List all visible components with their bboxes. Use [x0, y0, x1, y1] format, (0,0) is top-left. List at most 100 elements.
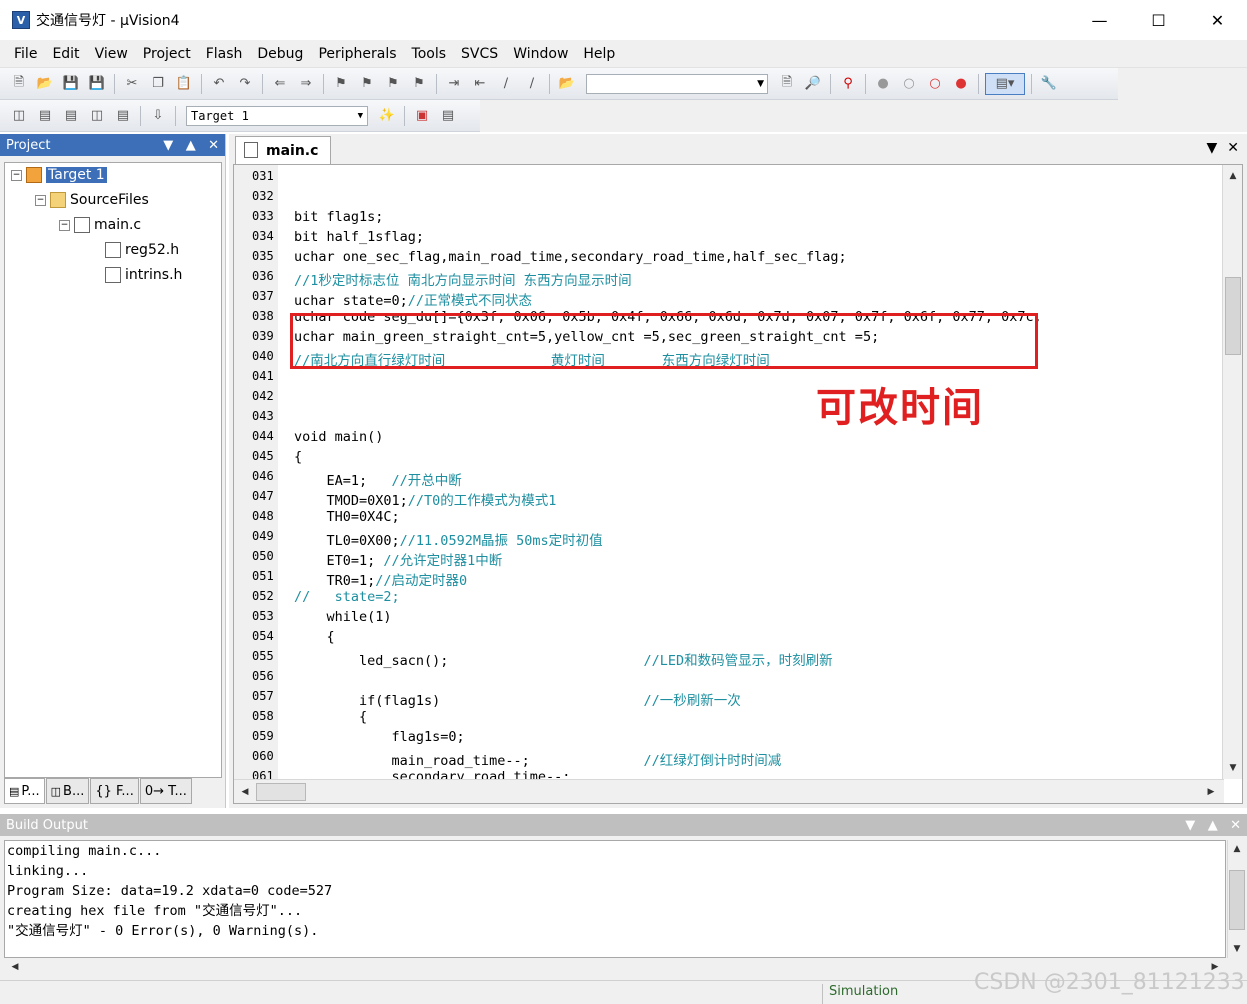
nav-forward-icon[interactable]: ⇒ — [295, 73, 317, 95]
target-options-icon[interactable]: ✨ — [376, 105, 398, 127]
scroll-thumb[interactable] — [1229, 870, 1245, 930]
menu-flash[interactable]: Flash — [206, 46, 243, 62]
scroll-up-icon[interactable]: ▲ — [1224, 167, 1242, 185]
copy-icon[interactable]: ❐ — [147, 73, 169, 95]
debug-session-icon[interactable]: ⚲ — [837, 73, 859, 95]
panel-close-icon[interactable]: ✕ — [208, 138, 219, 153]
bookmark-icon[interactable]: ⚑ — [330, 73, 352, 95]
build-icon[interactable]: ▤ — [34, 105, 56, 127]
toolbar-separator — [549, 73, 550, 94]
maximize-button[interactable]: ☐ — [1129, 0, 1188, 40]
scroll-down-icon[interactable]: ▼ — [1224, 759, 1242, 777]
tab-functions[interactable]: {} F... — [90, 778, 139, 804]
uncomment-icon[interactable]: ∕ — [521, 73, 543, 95]
scroll-thumb[interactable] — [1225, 277, 1241, 355]
tab-list-icon[interactable]: ▼ — [1206, 140, 1217, 156]
scroll-left-icon[interactable]: ◀ — [236, 783, 254, 801]
pin-icon[interactable]: ▲ — [186, 138, 196, 153]
incremental-find-icon[interactable]: 🔎 — [802, 73, 824, 95]
tab-books[interactable]: ◫ B... — [45, 778, 90, 804]
scroll-up-icon[interactable]: ▲ — [1228, 840, 1246, 858]
build-vertical-scrollbar[interactable]: ▲ ▼ — [1227, 840, 1245, 958]
find-combo[interactable]: ▼ — [586, 73, 768, 94]
panel-close-icon[interactable]: ✕ — [1230, 818, 1241, 833]
menu-project[interactable]: Project — [143, 46, 191, 62]
comment-icon[interactable]: ∕ — [495, 73, 517, 95]
indent-icon[interactable]: ⇥ — [443, 73, 465, 95]
project-panel-title: Project — [6, 137, 51, 153]
manage-components-icon[interactable]: ▣ — [411, 105, 433, 127]
panel-menu-icon[interactable]: ▼ — [1185, 818, 1195, 833]
panel-menu-icon[interactable]: ▼ — [163, 138, 173, 153]
tree-node-file[interactable]: − main.c — [59, 217, 141, 233]
configure-icon[interactable]: 🔧 — [1038, 73, 1060, 95]
tab-project[interactable]: ▤ P... — [4, 778, 45, 804]
minimize-button[interactable]: — — [1070, 0, 1129, 40]
nav-back-icon[interactable]: ⇐ — [269, 73, 291, 95]
fold-margin — [278, 165, 290, 779]
editor-vertical-scrollbar[interactable]: ▲ ▼ — [1222, 165, 1242, 779]
pin-icon[interactable]: ▲ — [1208, 818, 1218, 833]
translate-icon[interactable]: ◫ — [8, 105, 30, 127]
tree-node-target[interactable]: − Target 1 — [11, 167, 107, 183]
scroll-down-icon[interactable]: ▼ — [1228, 940, 1246, 958]
menu-window[interactable]: Window — [513, 46, 568, 62]
collapse-icon[interactable]: − — [59, 219, 70, 231]
save-icon[interactable]: 💾 — [60, 73, 82, 95]
find-icon[interactable]: 🗎 — [776, 73, 798, 95]
tab-templates[interactable]: 0→ T... — [139, 778, 192, 804]
open-folder-icon[interactable]: 📂 — [34, 73, 56, 95]
target-select[interactable]: Target 1 ▼ — [186, 105, 368, 126]
manage-books-icon[interactable]: ▤ — [437, 105, 459, 127]
find-in-files-icon[interactable]: 📂 — [556, 73, 578, 95]
build-output-text[interactable]: compiling main.c... linking... Program S… — [4, 840, 1226, 958]
tab-main-c[interactable]: main.c — [235, 136, 332, 164]
code-line: TMOD=0X01;//T0的工作模式为模式1 — [294, 493, 557, 509]
new-file-icon[interactable]: 🗎 — [8, 73, 30, 95]
menu-help[interactable]: Help — [583, 46, 615, 62]
code-text[interactable]: bit flag1s; bit half_1sflag; uchar one_sec… — [294, 165, 1224, 779]
cut-icon[interactable]: ✂ — [121, 73, 143, 95]
editor-tab-label: main.c — [266, 142, 319, 159]
toolbar-separator — [978, 73, 979, 94]
menu-svcs[interactable]: SVCS — [461, 46, 498, 62]
undo-icon[interactable]: ↶ — [208, 73, 230, 95]
code-line: void main() — [294, 429, 384, 445]
batch-build-icon[interactable]: ◫ — [86, 105, 108, 127]
menu-view[interactable]: View — [95, 46, 128, 62]
save-all-icon[interactable]: 💾 — [86, 73, 108, 95]
code-editor[interactable]: 031 032 033 034 035 036 037 038 039 040 041 042 043 0… — [233, 164, 1243, 804]
scroll-thumb[interactable] — [256, 783, 306, 801]
stop-build-icon[interactable]: ▤ — [112, 105, 134, 127]
scroll-left-icon[interactable]: ◀ — [6, 958, 24, 976]
tab-close-icon[interactable]: ✕ — [1227, 140, 1239, 156]
scroll-right-icon[interactable]: ▶ — [1202, 783, 1220, 801]
tree-node-include[interactable]: reg52.h — [105, 242, 179, 258]
menu-debug[interactable]: Debug — [257, 46, 303, 62]
rebuild-icon[interactable]: ▤ — [60, 105, 82, 127]
tree-node-include[interactable]: intrins.h — [105, 267, 182, 283]
window-layout-icon[interactable]: ▤▾ — [985, 72, 1025, 95]
disable-all-breakpoints-icon[interactable]: ○ — [924, 73, 946, 95]
unindent-icon[interactable]: ⇤ — [469, 73, 491, 95]
breakpoint-icon[interactable]: ● — [872, 73, 894, 95]
download-icon[interactable]: ⇩ — [147, 105, 169, 127]
kill-breakpoints-icon[interactable]: ● — [950, 73, 972, 95]
redo-icon[interactable]: ↷ — [234, 73, 256, 95]
disable-breakpoint-icon[interactable]: ○ — [898, 73, 920, 95]
menu-edit[interactable]: Edit — [52, 46, 79, 62]
paste-icon[interactable]: 📋 — [173, 73, 195, 95]
editor-horizontal-scrollbar[interactable]: ◀ ▶ — [234, 779, 1224, 803]
toolbar-separator — [865, 73, 866, 94]
menu-file[interactable]: File — [14, 46, 37, 62]
prev-bookmark-icon[interactable]: ⚑ — [356, 73, 378, 95]
tree-node-group[interactable]: − SourceFiles — [35, 192, 149, 208]
menu-tools[interactable]: Tools — [412, 46, 447, 62]
collapse-icon[interactable]: − — [35, 194, 46, 206]
menu-peripherals[interactable]: Peripherals — [318, 46, 396, 62]
close-button[interactable]: ✕ — [1188, 0, 1247, 40]
collapse-icon[interactable]: − — [11, 169, 22, 181]
code-line: { — [294, 629, 335, 645]
clear-bookmarks-icon[interactable]: ⚑ — [408, 73, 430, 95]
next-bookmark-icon[interactable]: ⚑ — [382, 73, 404, 95]
